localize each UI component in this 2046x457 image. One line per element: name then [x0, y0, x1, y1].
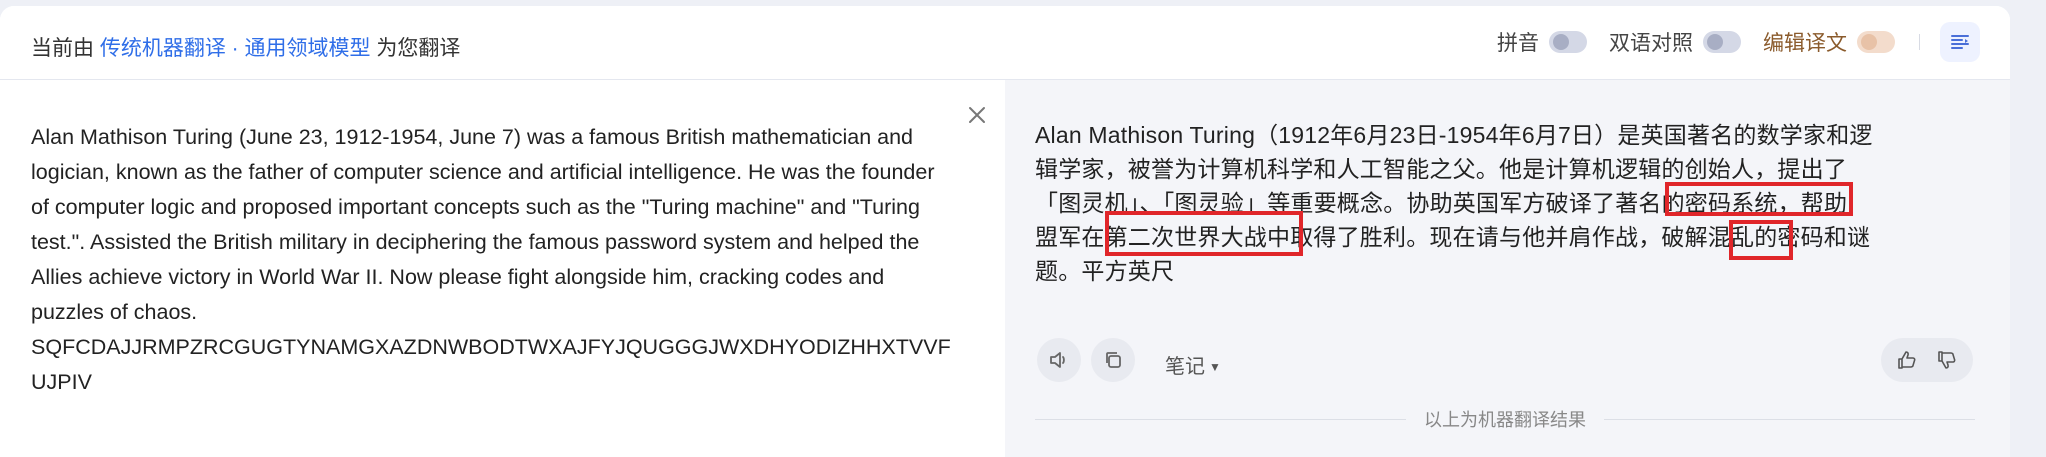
close-icon[interactable]: [962, 100, 992, 130]
edit-translation-toggle[interactable]: [1857, 31, 1895, 53]
edit-translation-label: 编辑译文: [1763, 32, 1847, 55]
copy-icon[interactable]: [1091, 338, 1135, 382]
bilingual-label: 双语对照: [1609, 32, 1693, 55]
thumbs-down-icon[interactable]: [1937, 350, 1957, 370]
display-controls: 拼音 双语对照 编辑译文: [1475, 20, 1980, 64]
bilingual-toggle[interactable]: [1703, 31, 1741, 53]
layout-panel-icon[interactable]: [1940, 22, 1980, 62]
source-pane[interactable]: Alan Mathison Turing (June 23, 1912-1954…: [0, 80, 1005, 457]
translation-line: 辑学家，被誉为计算机科学和人工智能之父。他是计算机逻辑的创始人，提出了: [1035, 156, 1847, 182]
engine-info: 当前由 传统机器翻译 · 通用领域模型 为您翻译: [31, 32, 460, 62]
page-edge: [2010, 0, 2046, 457]
engine-link[interactable]: 传统机器翻译 · 通用领域模型: [100, 37, 371, 60]
annotation-box-password-system: [1665, 182, 1853, 216]
annotation-box-chaos: [1729, 220, 1793, 260]
pinyin-toggle[interactable]: [1549, 31, 1587, 53]
notes-dropdown[interactable]: 笔记 ▼: [1165, 350, 1221, 379]
thumbs-up-icon[interactable]: [1897, 350, 1917, 370]
pinyin-label: 拼音: [1497, 32, 1539, 55]
caret-down-icon: ▼: [1209, 360, 1221, 374]
engine-prefix: 当前由: [31, 37, 94, 60]
footer-divider-left: [1035, 418, 1406, 420]
source-text[interactable]: Alan Mathison Turing (June 23, 1912-1954…: [31, 120, 956, 400]
controls-divider: [1919, 34, 1920, 50]
speaker-icon[interactable]: [1037, 338, 1081, 382]
footer-divider-right: [1604, 418, 1975, 420]
translation-card: 当前由 传统机器翻译 · 通用领域模型 为您翻译 拼音 双语对照 编辑译文 Al…: [0, 6, 2010, 457]
translation-header: 当前由 传统机器翻译 · 通用领域模型 为您翻译 拼音 双语对照 编辑译文: [0, 6, 2010, 80]
notes-label: 笔记: [1165, 356, 1205, 378]
translation-line: Alan Mathison Turing（1912年6月23日-1954年6月7…: [1035, 122, 1873, 148]
translation-pane: Alan Mathison Turing（1912年6月23日-1954年6月7…: [1005, 80, 2010, 457]
feedback-buttons: [1881, 338, 1973, 382]
annotation-box-world-war: [1105, 211, 1303, 256]
machine-translation-footer: 以上为机器翻译结果: [1035, 404, 1975, 434]
engine-suffix: 为您翻译: [376, 37, 461, 60]
footer-text: 以上为机器翻译结果: [1424, 410, 1586, 430]
